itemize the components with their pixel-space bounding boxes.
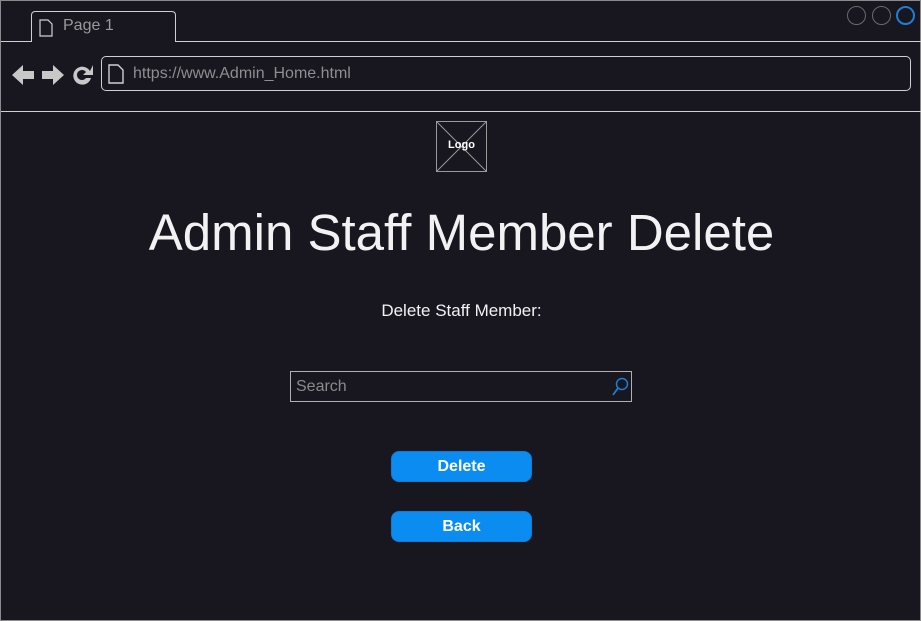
- close-window-button[interactable]: [896, 6, 915, 25]
- document-icon: [108, 64, 124, 84]
- search-input[interactable]: [291, 372, 601, 401]
- toolbar-divider: [1, 111, 921, 112]
- logo: Logo: [436, 121, 487, 172]
- document-icon: [39, 19, 53, 37]
- search-box: [290, 371, 632, 402]
- section-label: Delete Staff Member:: [381, 301, 542, 320]
- refresh-icon[interactable]: [71, 63, 95, 87]
- tab-label: Page 1: [63, 17, 114, 34]
- page-title: Admin Staff Member Delete: [148, 204, 775, 261]
- tab-bar-divider: [1, 41, 32, 42]
- back-arrow-icon[interactable]: [11, 63, 35, 87]
- tab-bar-divider: [176, 41, 921, 42]
- browser-tab[interactable]: Page 1: [31, 11, 176, 42]
- address-bar[interactable]: https://www.Admin_Home.html: [101, 56, 911, 91]
- browser-window: Page 1 https://www.Admin_Home.html Logo …: [0, 0, 921, 621]
- url-text: https://www.Admin_Home.html: [133, 65, 351, 82]
- maximize-window-button[interactable]: [872, 6, 891, 25]
- back-button[interactable]: Back: [391, 511, 532, 542]
- forward-arrow-icon[interactable]: [41, 63, 65, 87]
- logo-label: Logo: [448, 139, 475, 151]
- minimize-window-button[interactable]: [847, 6, 866, 25]
- delete-button[interactable]: Delete: [391, 451, 532, 482]
- search-icon[interactable]: [611, 377, 629, 397]
